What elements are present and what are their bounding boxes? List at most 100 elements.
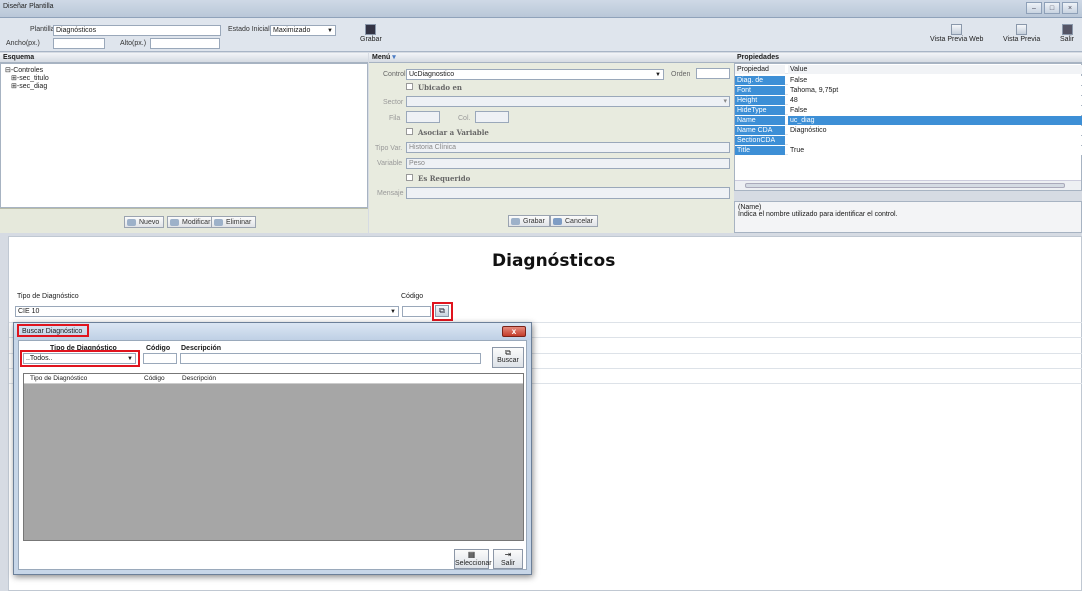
property-value[interactable]: Tahoma, 9,75pt: [788, 86, 1082, 95]
exit-icon: [1061, 24, 1073, 35]
codigo-input[interactable]: [402, 306, 431, 317]
save-icon: [365, 24, 377, 35]
requerido-checkbox[interactable]: [406, 174, 413, 181]
filter-icon: ▾: [392, 54, 396, 61]
plantilla-input[interactable]: Diagnósticos: [53, 25, 221, 36]
property-row[interactable]: Height 48: [735, 96, 1082, 105]
ubicado-label: Ubicado en: [418, 83, 462, 92]
seleccionar-button[interactable]: ▦ Seleccionar: [454, 549, 492, 569]
minimize-button[interactable]: –: [1026, 2, 1042, 14]
property-value[interactable]: uc_diag: [788, 116, 1082, 125]
fila-input[interactable]: [406, 111, 440, 123]
exit-icon: ⇥: [504, 550, 512, 559]
property-row[interactable]: Title True: [735, 146, 1082, 155]
tree-node-sec-diag[interactable]: ⊞-sec_diag: [5, 83, 367, 91]
toolbar-grabar-button[interactable]: Grabar: [360, 24, 382, 43]
ancho-input[interactable]: [53, 38, 105, 49]
modificar-button[interactable]: Modificar: [167, 216, 216, 228]
results-col-descripcion[interactable]: Descripción: [182, 375, 216, 382]
properties-header-row: Propiedad Value: [735, 65, 1082, 74]
tipo-diagnostico-value: CIE 10: [18, 308, 40, 315]
cancelar-label: Cancelar: [565, 218, 594, 225]
esquema-header: Esquema: [0, 53, 368, 63]
estado-label: Estado Inicial: [228, 26, 270, 33]
col-input[interactable]: [475, 111, 509, 123]
fila-label: Fila: [389, 115, 401, 122]
dialog-salir-button[interactable]: ⇥ Salir: [493, 549, 523, 569]
menu-header-label: Menú: [372, 54, 391, 61]
chevron-down-icon: ▼: [655, 72, 661, 78]
property-value[interactable]: [788, 136, 1082, 145]
property-value[interactable]: False: [788, 106, 1082, 115]
control-select[interactable]: UcDiagnostico ▼: [406, 69, 664, 80]
mensaje-input[interactable]: [406, 187, 730, 199]
new-icon: [127, 219, 136, 226]
alto-input[interactable]: [150, 38, 220, 49]
estado-select[interactable]: Maximizado ▼: [270, 25, 336, 36]
plantilla-label: Plantilla: [30, 26, 55, 33]
salir-label: Salir: [1060, 36, 1075, 43]
cancelar-button[interactable]: Cancelar: [550, 215, 599, 227]
dialog-descripcion-input[interactable]: [180, 353, 481, 364]
chevron-down-icon: ▼: [390, 309, 396, 315]
property-value[interactable]: True: [788, 146, 1082, 155]
property-description: (Name) Indica el nombre utilizado para i…: [734, 201, 1082, 233]
results-col-codigo[interactable]: Código: [144, 375, 165, 382]
tipovar-select[interactable]: Historia Clínica: [406, 142, 730, 153]
properties-grid[interactable]: Propiedad Value Diag. de EgresoFalse Fon…: [734, 63, 1082, 191]
property-row[interactable]: SectionCDA: [735, 136, 1082, 145]
salir-button[interactable]: Salir: [1060, 24, 1074, 43]
property-value[interactable]: False: [788, 76, 1082, 85]
estado-value: Maximizado: [273, 27, 311, 34]
variable-label: Variable: [377, 160, 403, 167]
property-row[interactable]: Name CDA Diagnóstico: [735, 126, 1082, 135]
asociar-checkbox[interactable]: [406, 128, 413, 135]
nuevo-button[interactable]: Nuevo: [124, 216, 165, 228]
horizontal-scrollbar[interactable]: [735, 180, 1081, 190]
variable-select[interactable]: Peso: [406, 158, 730, 169]
modificar-label: Modificar: [182, 219, 211, 226]
property-row[interactable]: HideType False: [735, 106, 1082, 115]
property-name: Font: [735, 86, 785, 95]
tipo-diagnostico-select[interactable]: CIE 10 ▼: [15, 306, 399, 317]
tree-node-sec-titulo[interactable]: ⊞-sec_titulo: [5, 75, 367, 83]
vista-previa-label: Vista Previa: [1003, 36, 1041, 43]
tipovar-label: Tipo Var.: [375, 145, 403, 152]
property-row-selected[interactable]: Name uc_diag: [735, 116, 1082, 125]
undo-icon: [553, 218, 562, 225]
maximize-button[interactable]: □: [1044, 2, 1060, 14]
sector-select[interactable]: ▾: [406, 96, 730, 107]
menu-grabar-button[interactable]: Grabar: [508, 215, 550, 227]
tree-node-controles[interactable]: ⊟-Controles: [5, 67, 367, 75]
property-value[interactable]: 48: [788, 96, 1082, 105]
scrollbar-thumb[interactable]: [745, 183, 1065, 188]
close-window-button[interactable]: ×: [1062, 2, 1078, 14]
sector-label: Sector: [383, 99, 404, 106]
toolbar-grabar-label: Grabar: [360, 36, 382, 43]
mensaje-label: Mensaje: [377, 190, 404, 197]
property-row[interactable]: Diag. de EgresoFalse: [735, 76, 1082, 93]
esquema-tree[interactable]: ⊟-Controles ⊞-sec_titulo ⊞-sec_diag: [0, 63, 368, 208]
property-value[interactable]: Diagnóstico: [788, 126, 1082, 135]
window-controls: – □ ×: [1026, 2, 1078, 14]
eliminar-button[interactable]: Eliminar: [211, 216, 257, 228]
results-grid[interactable]: Tipo de Diagnóstico Código Descripción: [23, 373, 524, 541]
requerido-label: Es Requerido: [418, 174, 471, 183]
dialog-codigo-input[interactable]: [143, 353, 177, 364]
dialog-body: Tipo de Diagnóstico Código Descripción .…: [18, 340, 527, 570]
tipovar-value: Historia Clínica: [409, 144, 457, 151]
vista-web-button[interactable]: Vista Previa Web: [930, 24, 983, 43]
orden-input[interactable]: [696, 68, 730, 79]
highlight-tipo-select: [20, 350, 140, 367]
dialog-buscar-button[interactable]: ⧉ Buscar: [492, 347, 524, 368]
results-col-tipo[interactable]: Tipo de Diagnóstico: [30, 375, 87, 382]
ubicado-checkbox[interactable]: [406, 83, 413, 90]
seleccionar-label: Seleccionar: [455, 560, 492, 567]
select-icon: ▦: [467, 550, 476, 559]
property-row[interactable]: Font Tahoma, 9,75pt: [735, 86, 1082, 95]
window-titlebar: Diseñar Plantilla – □ ×: [0, 0, 1082, 18]
codigo-label: Código: [401, 293, 424, 300]
dialog-close-button[interactable]: x: [502, 326, 526, 337]
vista-previa-button[interactable]: Vista Previa: [1003, 24, 1040, 43]
ancho-label: Ancho(px.): [6, 40, 40, 47]
